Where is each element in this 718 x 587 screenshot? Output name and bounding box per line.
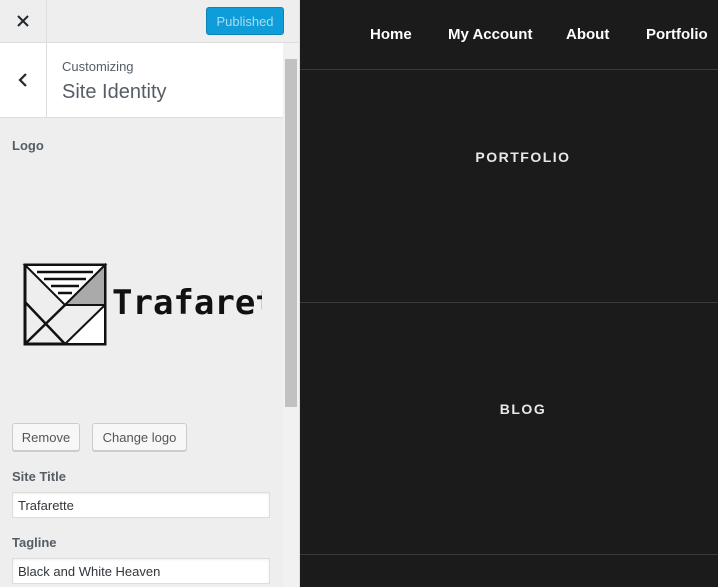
publish-button[interactable]: Published: [206, 7, 284, 35]
site-logo: Trafarette: [22, 262, 262, 346]
nav-my-account-link[interactable]: My Account: [448, 26, 532, 43]
customizer-header: Published: [0, 0, 299, 43]
section-divider: [300, 302, 718, 303]
close-customizer-button[interactable]: [0, 0, 47, 42]
site-title-input[interactable]: [12, 492, 270, 518]
chevron-left-icon: [18, 73, 27, 87]
section-header: Customizing Site Identity: [0, 43, 283, 118]
logo-wordmark: Trafarette: [112, 283, 262, 323]
close-icon: [17, 15, 29, 27]
panel-scrollbar[interactable]: [283, 43, 299, 587]
change-logo-button[interactable]: Change logo: [92, 423, 187, 451]
nav-portfolio-link[interactable]: Portfolio: [646, 26, 708, 43]
preview-nav: Home My Account About Portfolio: [300, 0, 718, 70]
logo-label: Logo: [12, 138, 44, 153]
tagline-label: Tagline: [12, 535, 57, 550]
blog-section-title: BLOG: [499, 401, 547, 417]
back-button[interactable]: [0, 43, 47, 117]
section-divider: [300, 554, 718, 555]
nav-about-link[interactable]: About: [566, 26, 609, 43]
scrollbar-thumb[interactable]: [285, 59, 297, 407]
customizer-panel: Published Customizing Site Identity Logo…: [0, 0, 300, 587]
portfolio-section-title: PORTFOLIO: [475, 149, 571, 165]
site-preview: Home My Account About Portfolio PORTFOLI…: [300, 0, 718, 587]
remove-logo-button[interactable]: Remove: [12, 423, 80, 451]
section-subtitle: Customizing: [62, 59, 134, 74]
section-title: Site Identity: [62, 81, 167, 103]
nav-home-link[interactable]: Home: [370, 26, 412, 43]
tagline-input[interactable]: [12, 558, 270, 584]
site-title-label: Site Title: [12, 469, 66, 484]
